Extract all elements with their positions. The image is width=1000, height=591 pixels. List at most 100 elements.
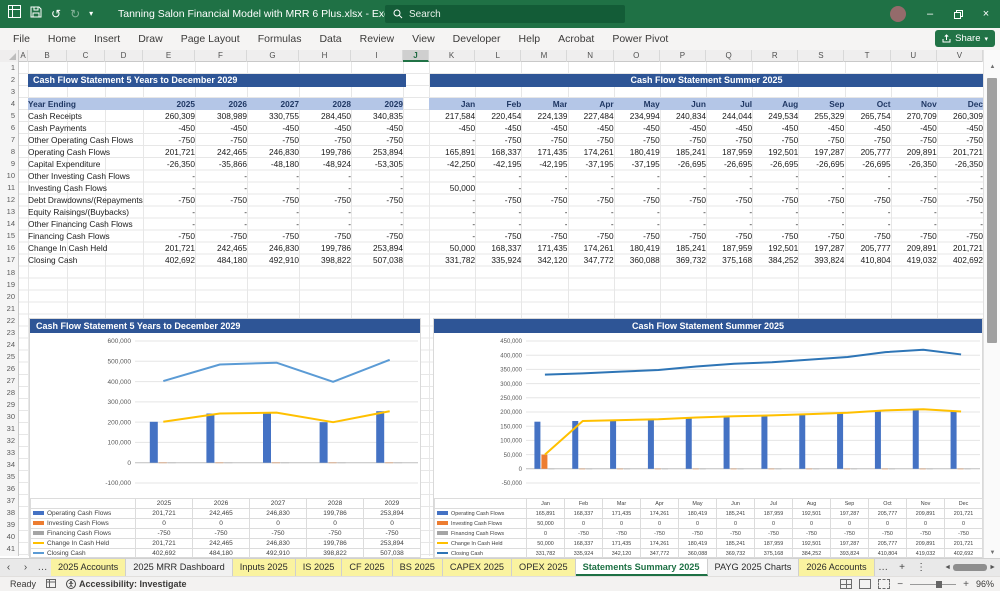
cell[interactable]: - <box>475 170 522 182</box>
cell[interactable]: - <box>891 206 937 218</box>
cell[interactable]: -53,305 <box>351 158 403 170</box>
cell[interactable]: -750 <box>891 134 937 146</box>
cell[interactable]: -750 <box>521 230 568 242</box>
cell[interactable]: - <box>521 182 568 194</box>
row-header-36[interactable]: 36 <box>0 483 18 495</box>
cell[interactable]: - <box>706 218 752 230</box>
column-header-P[interactable]: P <box>660 50 706 62</box>
header-cell[interactable]: Apr <box>567 98 614 111</box>
hscroll-left-icon[interactable]: ◄ <box>944 564 951 571</box>
cell[interactable]: - <box>195 206 247 218</box>
cell[interactable]: -450 <box>429 122 476 134</box>
cell[interactable]: -450 <box>937 122 983 134</box>
cell[interactable]: -26,695 <box>706 158 752 170</box>
cell[interactable]: -26,350 <box>891 158 937 170</box>
cell[interactable]: 234,994 <box>614 110 660 122</box>
cell[interactable]: 209,891 <box>891 146 937 158</box>
cell[interactable]: -750 <box>567 134 614 146</box>
row-header-7[interactable]: 7 <box>0 134 18 146</box>
menu-tab-draw[interactable]: Draw <box>129 28 172 50</box>
cell[interactable]: - <box>752 182 798 194</box>
cell[interactable]: -750 <box>706 230 752 242</box>
cell[interactable]: 244,044 <box>706 110 752 122</box>
cell[interactable]: - <box>937 170 983 182</box>
cell[interactable]: - <box>247 206 299 218</box>
header-cell[interactable]: Dec <box>936 98 983 111</box>
tab-nav-right-icon[interactable]: › <box>17 559 34 576</box>
cell[interactable]: 197,287 <box>798 146 844 158</box>
row-header-26[interactable]: 26 <box>0 363 18 375</box>
cell[interactable]: -750 <box>521 194 568 206</box>
cell[interactable]: 260,309 <box>937 110 983 122</box>
row-header-5[interactable]: 5 <box>0 110 18 122</box>
tab-nav-left-icon[interactable]: ‹ <box>0 559 17 576</box>
row-header-21[interactable]: 21 <box>0 303 18 315</box>
cell[interactable]: 335,924 <box>475 254 521 266</box>
cell[interactable]: 246,830 <box>247 146 299 158</box>
cell[interactable]: 174,261 <box>567 146 614 158</box>
cell[interactable]: 308,989 <box>195 110 247 122</box>
cell[interactable]: 260,309 <box>143 110 195 122</box>
cell[interactable]: -750 <box>706 194 752 206</box>
cell[interactable]: -750 <box>475 230 522 242</box>
row-header-15[interactable]: 15 <box>0 230 18 242</box>
cell[interactable]: 165,891 <box>429 146 475 158</box>
menu-tab-view[interactable]: View <box>403 28 444 50</box>
column-header-T[interactable]: T <box>845 50 891 62</box>
zoom-out-icon[interactable]: − <box>897 579 903 590</box>
cell[interactable]: 242,465 <box>195 242 247 254</box>
cell[interactable]: 384,252 <box>752 254 798 266</box>
tab-list-icon[interactable]: … <box>34 559 51 576</box>
cell[interactable]: Cash Payments <box>28 122 143 134</box>
cell[interactable]: -750 <box>567 230 614 242</box>
cell[interactable]: Operating Cash Flows <box>28 146 143 158</box>
cell[interactable]: -26,350 <box>937 158 983 170</box>
cell[interactable]: - <box>351 170 403 182</box>
cell[interactable]: -42,250 <box>429 158 475 170</box>
chart-cashflow-summer[interactable]: Cash Flow Statement Summer 2025 450,000 40… <box>433 318 983 559</box>
cell[interactable]: 199,786 <box>299 242 351 254</box>
cell[interactable]: - <box>891 182 937 194</box>
share-button[interactable]: Share ▾ <box>935 30 995 47</box>
cell[interactable]: 419,032 <box>891 254 937 266</box>
qat-customize-icon[interactable]: ▾ <box>89 0 93 28</box>
cell[interactable]: -750 <box>798 134 845 146</box>
sheet-tab-2026-accounts[interactable]: 2026 Accounts <box>799 559 875 576</box>
cell[interactable]: - <box>937 182 983 194</box>
sheet-tab-bs-2025[interactable]: BS 2025 <box>392 559 443 576</box>
row-header-1[interactable]: 1 <box>0 62 18 74</box>
header-cell[interactable]: Feb <box>475 98 522 111</box>
cell[interactable]: - <box>143 170 195 182</box>
cell[interactable]: - <box>752 170 798 182</box>
row-header-25[interactable]: 25 <box>0 351 18 363</box>
cell[interactable]: - <box>798 206 845 218</box>
column-header-H[interactable]: H <box>299 50 351 62</box>
cell[interactable]: -750 <box>660 134 706 146</box>
cell[interactable]: -750 <box>844 194 891 206</box>
row-header-4[interactable]: 4 <box>0 98 18 110</box>
cell[interactable]: 402,692 <box>937 254 983 266</box>
column-header-F[interactable]: F <box>195 50 247 62</box>
cell[interactable]: 246,830 <box>247 242 299 254</box>
cell[interactable]: -750 <box>299 134 351 146</box>
row-header-29[interactable]: 29 <box>0 399 18 411</box>
cell[interactable]: -750 <box>195 230 247 242</box>
undo-icon[interactable]: ↺ <box>51 0 61 28</box>
header-cell[interactable]: 2026 <box>195 98 247 111</box>
cell[interactable]: -26,695 <box>844 158 890 170</box>
cell[interactable]: 410,804 <box>844 254 891 266</box>
cell[interactable]: 174,261 <box>567 242 614 254</box>
row-header-12[interactable]: 12 <box>0 194 18 206</box>
cell[interactable]: -750 <box>937 194 983 206</box>
cell[interactable]: 331,782 <box>429 254 475 266</box>
cell[interactable]: -26,695 <box>752 158 798 170</box>
cell[interactable]: - <box>429 230 475 242</box>
header-cell[interactable]: May <box>613 98 660 111</box>
sheet-tab-cf-2025[interactable]: CF 2025 <box>342 559 393 576</box>
cell[interactable]: - <box>429 194 475 206</box>
cell[interactable]: 205,777 <box>844 242 891 254</box>
cell[interactable]: 50,000 <box>429 242 475 254</box>
cell[interactable]: -750 <box>614 230 660 242</box>
cell[interactable]: 180,419 <box>614 242 660 254</box>
cell[interactable]: -37,195 <box>567 158 613 170</box>
